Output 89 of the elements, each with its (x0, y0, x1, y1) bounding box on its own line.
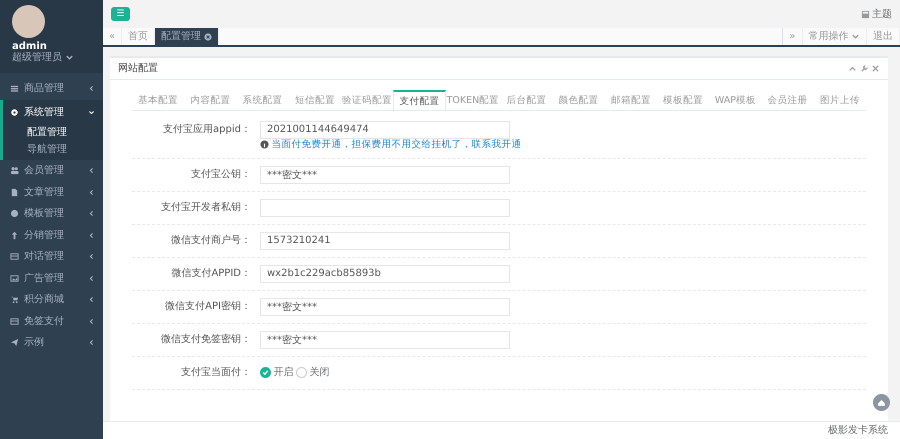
input-field[interactable]: ***密文*** (260, 330, 510, 348)
document-icon (10, 188, 19, 197)
collapse-icon (848, 64, 857, 73)
chevron-icon (88, 188, 95, 196)
user-role-dropdown[interactable]: 超级管理员 (12, 52, 91, 62)
chevron-icon (88, 232, 95, 239)
sidebar-item[interactable]: 模板管理 (0, 203, 103, 224)
sidebar-item[interactable]: 示例 (0, 332, 103, 354)
logout-button[interactable]: 退出 (867, 28, 900, 45)
tab[interactable]: 基本配置 (132, 90, 184, 110)
tab[interactable]: 邮箱配置 (604, 90, 658, 110)
tab[interactable]: 系统配置 (236, 90, 289, 110)
image-icon (10, 274, 19, 283)
radio-button[interactable] (296, 367, 307, 378)
chevron-icon (88, 274, 95, 282)
menu-button[interactable]: ☰ (111, 7, 130, 21)
send-icon (10, 338, 19, 348)
tab[interactable]: 颜色配置 (552, 90, 605, 110)
field-label: 微信支付API密钥： (164, 300, 252, 314)
input-field[interactable] (260, 198, 510, 216)
field-label: 支付宝当面付： (180, 366, 252, 380)
sidebar-item[interactable]: 对话管理 (0, 246, 103, 268)
tab[interactable]: 后台配置 (500, 90, 552, 110)
chevron-icon (88, 85, 95, 92)
tab[interactable]: 图片上传 (814, 90, 866, 110)
input-field[interactable]: 2021001144649474 (260, 120, 510, 138)
radio-label[interactable]: 关闭 (310, 365, 330, 380)
input-field[interactable]: ***密文*** (260, 298, 510, 316)
tab[interactable]: 会员注册 (762, 90, 814, 110)
settings-icon (10, 108, 19, 118)
caret-icon (851, 32, 860, 41)
sidebar-item[interactable]: 积分商城 (0, 289, 103, 310)
chevron-icon (88, 339, 95, 346)
caret-icon (64, 52, 74, 62)
arrow-icon (10, 230, 19, 240)
tab[interactable]: 验证码配置 (341, 90, 394, 110)
close-icon (871, 64, 880, 73)
back-button[interactable]: « (103, 28, 122, 45)
sidebar-item[interactable]: 系统管理 (3, 102, 103, 124)
sidebar-item[interactable]: 文章管理 (0, 182, 103, 203)
page-tab[interactable]: 配置管理 (155, 28, 219, 45)
sidebar-item[interactable]: 商品管理 (0, 78, 103, 100)
tab[interactable]: 短信配置 (288, 90, 342, 110)
field-label: 微信支付APPID： (170, 266, 252, 280)
users-icon (10, 166, 19, 176)
panel-title: 网站配置 (118, 62, 158, 76)
hint-text: 当面付免费开通，担保费用不用交给挂机了，联系我开通 (272, 138, 522, 150)
radio-button[interactable] (260, 367, 271, 378)
field-label: 支付宝公钥： (190, 168, 252, 182)
footer-text: 极影发卡系统 (103, 421, 900, 439)
tab[interactable]: 内容配置 (184, 90, 237, 110)
list-icon (10, 84, 19, 94)
info-icon (260, 140, 269, 149)
globe-icon (10, 209, 19, 218)
chevron-icon (88, 296, 95, 304)
field-label: 支付宝开发者私钥： (160, 200, 252, 214)
chevron-icon (88, 109, 95, 116)
cart-icon (10, 295, 19, 304)
field-label: 微信支付免签密钥： (160, 332, 252, 346)
input-field[interactable]: 1573210241 (260, 232, 510, 250)
chevron-icon (88, 318, 95, 325)
field-label: 支付宝应用appid： (162, 122, 252, 136)
chevron-icon (88, 167, 95, 174)
tab[interactable]: 模板配置 (657, 90, 710, 110)
sidebar-item[interactable]: 免签支付 (0, 310, 103, 332)
user-name: admin (12, 40, 48, 52)
tab[interactable]: TOKEN配置 (446, 90, 500, 110)
chevron-icon (88, 210, 95, 218)
close-icon (204, 32, 212, 40)
tab[interactable]: 支付配置 (393, 90, 446, 110)
sidebar-subitem[interactable]: 导航管理 (3, 140, 103, 158)
avatar[interactable] (12, 5, 45, 38)
tab[interactable]: WAP模板 (709, 90, 762, 110)
sidebar-item[interactable]: 会员管理 (0, 160, 103, 182)
card-icon (10, 316, 19, 326)
wrench-icon (860, 64, 868, 73)
theme-button[interactable]: 主题 (860, 6, 892, 22)
input-field[interactable]: wx2b1c229acb85893b (260, 264, 510, 282)
sidebar-item[interactable]: 广告管理 (0, 268, 103, 289)
sidebar-item[interactable]: 分销管理 (0, 224, 103, 246)
card-icon (10, 252, 19, 262)
grid-icon (860, 10, 870, 18)
operations-dropdown[interactable]: 常用操作 (802, 28, 867, 45)
radio-label[interactable]: 开启 (274, 365, 294, 380)
chevron-icon (88, 253, 95, 260)
field-label: 微信支付商户号： (170, 234, 252, 248)
input-field[interactable]: ***密文*** (260, 166, 510, 184)
sidebar-subitem[interactable]: 配置管理 (3, 124, 103, 140)
forward-button[interactable]: » (782, 28, 802, 45)
